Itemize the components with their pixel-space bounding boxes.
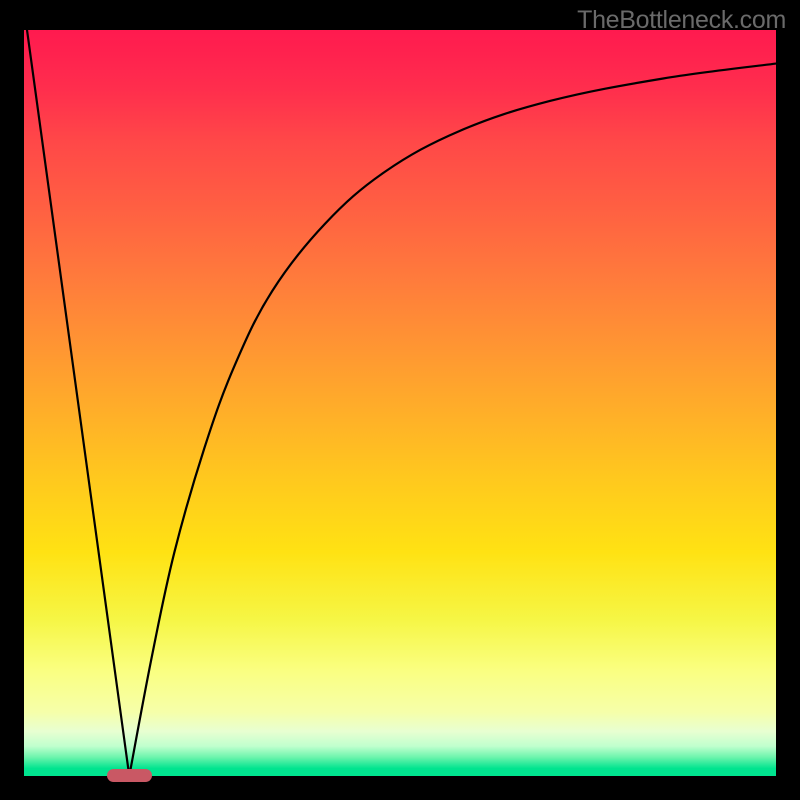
chart-area — [24, 30, 776, 776]
chart-svg — [24, 30, 776, 776]
curve-right-branch — [129, 64, 776, 776]
watermark-text: TheBottleneck.com — [577, 6, 786, 35]
optimum-marker — [107, 769, 152, 782]
curve-left-branch — [27, 30, 129, 776]
